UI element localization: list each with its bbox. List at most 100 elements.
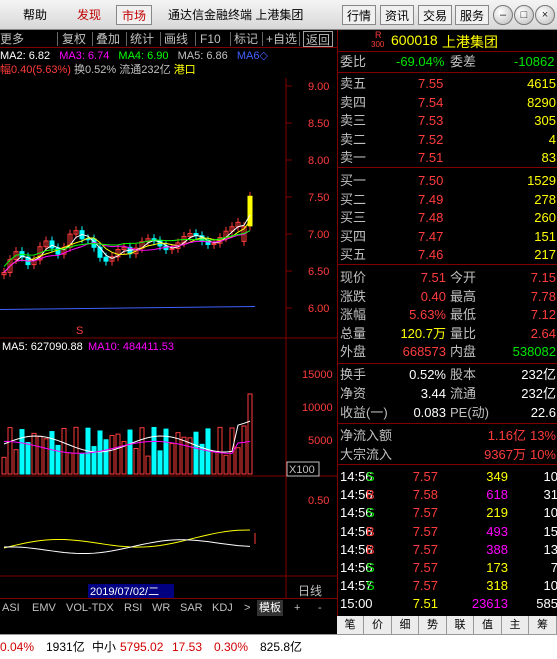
volume-bar	[133, 447, 139, 475]
vol-ma10-value: MA10: 484411.53	[88, 341, 174, 353]
f10-button[interactable]: F10	[200, 31, 221, 47]
toolbar-divider	[57, 32, 58, 46]
r-number: 300	[371, 40, 385, 49]
volume-bar	[91, 446, 97, 475]
fund-flow-label: 大宗流入	[340, 446, 393, 462]
tick-volume: 173	[486, 560, 508, 575]
volume-bar	[157, 450, 163, 475]
fundamental-value: 3.44	[420, 386, 446, 401]
buy-level-row: 买四 7.47 151	[338, 228, 557, 246]
back-button[interactable]: 返回	[303, 31, 334, 47]
quote-value: 0.40	[420, 288, 446, 304]
fund-flow-value: 9367万	[484, 446, 526, 462]
industry-info: 港口	[173, 64, 196, 76]
quote-label: 现价	[340, 270, 367, 285]
sell-level-volume: 8290	[527, 94, 556, 110]
detail-tab[interactable]: 筹	[530, 616, 557, 634]
buy-level-label: 买四	[340, 228, 367, 244]
buy-level-volume: 217	[534, 247, 556, 262]
fundamental-value: 232亿	[521, 367, 556, 382]
volume-bar	[139, 427, 145, 475]
period-label[interactable]: 日线	[298, 584, 322, 598]
detail-tab[interactable]: 价	[365, 616, 392, 634]
tab-add[interactable]: +	[294, 600, 300, 616]
menu-trade[interactable]: 交易	[418, 5, 452, 25]
quote-value: 7.12	[530, 307, 556, 323]
quote-value: 7.15	[530, 270, 556, 285]
tick-row: 14:56 7.57 173 S 7	[338, 559, 557, 577]
menu-help[interactable]: 帮助	[18, 5, 52, 25]
quote-value: 120.7万	[400, 325, 446, 341]
detail-tab[interactable]: 细	[392, 616, 419, 634]
quote-value: 7.51	[420, 270, 446, 285]
buy-level-volume: 260	[534, 210, 556, 225]
tab-more[interactable]: >	[244, 600, 250, 616]
detail-tab[interactable]: 值	[475, 616, 502, 634]
buy-level-volume: 1529	[527, 173, 556, 188]
volume-bar	[247, 393, 253, 475]
more-button[interactable]: 更多	[0, 31, 24, 47]
tab-kdj[interactable]: KDJ	[212, 600, 233, 616]
tick-volume: 318	[486, 578, 508, 594]
minimize-icon[interactable]: –	[493, 5, 513, 25]
fundamental-value: 0.083	[413, 405, 446, 420]
detail-tab[interactable]: 笔	[337, 616, 364, 634]
tab-remove[interactable]: -	[318, 600, 322, 616]
quote-row: 现价 7.51 今开 7.15	[338, 269, 557, 287]
tick-volume: 493	[486, 523, 508, 539]
sell-level-label: 卖一	[340, 150, 367, 165]
menu-market[interactable]: 市场	[116, 5, 152, 25]
tab-template[interactable]: 模板	[257, 600, 283, 616]
tab-wr[interactable]: WR	[152, 600, 170, 616]
candle-body	[49, 240, 55, 249]
sub-index-name[interactable]: 中小	[92, 639, 116, 655]
menu-discover[interactable]: 发现	[72, 5, 106, 25]
sell-level-price: 7.55	[418, 76, 444, 91]
fundamental-row: 换手 0.52% 股本 232亿	[338, 366, 557, 384]
buy-level-price: 7.48	[418, 210, 444, 225]
detail-tab[interactable]: 主	[502, 616, 529, 634]
float-info: 流通232亿	[119, 64, 171, 76]
tab-vol-tdx[interactable]: VOL-TDX	[66, 600, 114, 616]
quote-label: 内盘	[450, 344, 477, 360]
quote-label: 最高	[450, 288, 477, 304]
tab-asi[interactable]: ASI	[2, 600, 20, 616]
price-tick-label: 6.50	[308, 266, 329, 278]
fund-flow-pct: 10%	[529, 446, 556, 462]
maximize-icon[interactable]: □	[514, 5, 534, 25]
toolbar-divider	[299, 32, 300, 46]
close-icon[interactable]: ×	[535, 5, 555, 25]
menu-service[interactable]: 服务	[455, 5, 489, 25]
tick-count: 15	[543, 523, 557, 539]
date-label: 2019/07/02/二	[90, 586, 159, 598]
tab-sar[interactable]: SAR	[180, 600, 203, 616]
fund-flow-row: 净流入额 1.16亿 13%	[338, 427, 557, 445]
menu-quotes[interactable]: 行情	[342, 5, 376, 25]
volume-bar	[73, 426, 79, 475]
tick-row: 14:56 7.57 349 S 10	[338, 468, 557, 486]
detail-tab[interactable]: 联	[447, 616, 474, 634]
draw-button[interactable]: 画线	[164, 31, 188, 47]
indicator-tabs: ASI EMV VOL-TDX RSI WR SAR KDJ > 模板 + -	[0, 598, 337, 616]
tab-emv[interactable]: EMV	[32, 600, 56, 616]
tab-rsi[interactable]: RSI	[124, 600, 142, 616]
panel-divider	[338, 264, 557, 265]
buy-level-volume: 278	[534, 191, 556, 207]
overlay-button[interactable]: 叠加	[96, 31, 120, 47]
menu-info[interactable]: 资讯	[380, 5, 414, 25]
mark-button[interactable]: 标记	[234, 31, 258, 47]
price-tick-label: 7.00	[308, 229, 329, 241]
quote-value: 2.64	[530, 325, 556, 341]
stats-button[interactable]: 统计	[130, 31, 154, 47]
app-title: 通达信金融终端 上港集团	[168, 8, 304, 22]
quote-panel: R 300 600018 上港集团 委比 -69.04% 委差 -10862 卖…	[337, 30, 557, 616]
add-favorite-button[interactable]: +自选	[266, 31, 297, 47]
sell-level-volume: 83	[541, 150, 556, 165]
kline-chart[interactable]: 9.00 8.50 8.00 7.50 7.00 6.50 6.00 MA5: 627090…	[0, 78, 337, 598]
quote-value: 538082	[512, 344, 556, 360]
status-bar: 0.04% 1931亿 中小 5795.02 17.53 0.30% 825.8…	[0, 634, 557, 659]
fuquan-button[interactable]: 复权	[62, 31, 86, 47]
tick-price: 7.51	[412, 596, 438, 612]
sell-level-price: 7.54	[418, 94, 444, 110]
detail-tab[interactable]: 势	[420, 616, 447, 634]
